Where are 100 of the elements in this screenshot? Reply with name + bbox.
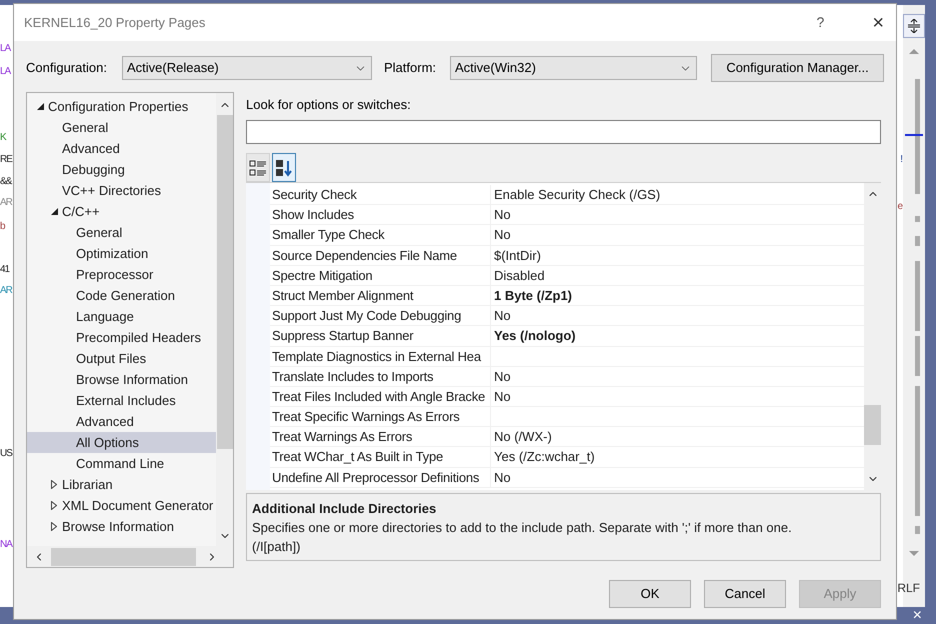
dialog-button[interactable]: OK xyxy=(609,580,691,608)
vertical-scrollbar[interactable] xyxy=(216,93,233,546)
code-fragment: LA xyxy=(0,42,10,56)
categorized-list-icon xyxy=(249,158,267,176)
split-view-button[interactable] xyxy=(903,14,925,38)
property-name: Smaller Type Check xyxy=(270,225,491,245)
code-fragment: b xyxy=(0,220,5,234)
code-fragment: AR xyxy=(0,196,12,210)
property-name: Treat Files Included with Angle Bracke xyxy=(270,386,491,406)
search-field[interactable] xyxy=(246,120,881,144)
tree-item[interactable]: Advanced xyxy=(27,138,216,159)
property-row[interactable]: Struct Member Alignment 1 Byte (/Zp1) xyxy=(270,286,864,306)
property-name: Treat Warnings As Errors xyxy=(270,427,491,446)
horizontal-scrollbar[interactable] xyxy=(27,546,233,567)
configuration-manager-button[interactable]: Configuration Manager... xyxy=(711,54,884,82)
property-name: Treat WChar_t As Built in Type xyxy=(270,447,491,467)
collapsed-triangle-icon[interactable] xyxy=(51,480,57,489)
property-row[interactable]: Template Diagnostics in External Hea xyxy=(270,346,864,367)
close-button[interactable]: × xyxy=(872,12,884,32)
code-fragment: ! xyxy=(900,153,903,167)
tree-item[interactable]: General xyxy=(27,117,216,138)
tree-item[interactable]: Command Line xyxy=(27,453,216,474)
property-row[interactable]: Undefine All Preprocessor Definitions No xyxy=(270,468,864,488)
sort-az-icon xyxy=(275,158,293,176)
property-row[interactable]: Translate Includes to Imports No xyxy=(270,366,864,387)
window-title: KERNEL16_20 Property Pages xyxy=(24,14,206,32)
property-row[interactable]: Source Dependencies File Name $(IntDir) xyxy=(270,246,864,266)
close-icon[interactable]: × xyxy=(912,607,922,624)
property-row[interactable]: Suppress Startup Banner Yes (/nologo) xyxy=(270,326,864,346)
dialog-button[interactable]: Cancel xyxy=(704,580,786,608)
tree-item[interactable]: Browse Information xyxy=(27,516,216,537)
tree-item[interactable]: Browse Information xyxy=(27,369,216,390)
tree-item[interactable]: Configuration Properties xyxy=(27,96,216,117)
tree-item[interactable]: Advanced xyxy=(27,411,216,432)
tree-item[interactable]: General xyxy=(27,222,216,243)
configuration-label: Configuration: xyxy=(26,59,108,78)
code-fragment: US xyxy=(0,447,12,461)
property-value: No xyxy=(493,468,511,487)
tree-item[interactable]: All Options xyxy=(27,432,216,453)
property-value: No xyxy=(493,206,511,224)
code-fragment: NA xyxy=(0,538,12,552)
property-name: Suppress Startup Banner xyxy=(270,326,491,346)
code-fragment: LA xyxy=(0,65,10,79)
description-text: Specifies one or more directories to add to the include path. Separate with ';' if more than one. xyxy=(252,519,793,537)
property-row[interactable]: Treat Specific Warnings As Errors xyxy=(270,407,864,428)
tree-item[interactable]: Optimization xyxy=(27,243,216,264)
property-value: Enable Security Check (/GS) xyxy=(493,186,660,204)
property-name: Spectre Mitigation xyxy=(270,266,491,285)
property-row[interactable]: Treat WChar_t As Built in Type Yes (/Zc:wchar_t) xyxy=(270,447,864,468)
property-value: No xyxy=(493,226,511,244)
categorized-view-button[interactable] xyxy=(246,153,270,182)
property-value: 1 Byte (/Zp1) xyxy=(493,286,572,305)
tree-item[interactable]: External Includes xyxy=(27,390,216,411)
property-name: Struct Member Alignment xyxy=(270,286,491,306)
property-value: No (/WX-) xyxy=(493,428,552,446)
property-row[interactable]: Show Includes No xyxy=(270,205,864,226)
tree-item[interactable]: Code Generation xyxy=(27,285,216,306)
help-button[interactable]: ? xyxy=(816,12,824,33)
expanded-triangle-icon[interactable] xyxy=(36,103,44,110)
property-name: Support Just My Code Debugging xyxy=(270,306,491,326)
property-value: Yes (/nologo) xyxy=(493,327,576,346)
property-name: Source Dependencies File Name xyxy=(270,246,491,265)
collapsed-triangle-icon[interactable] xyxy=(51,501,57,510)
tree-item[interactable]: XML Document Generator xyxy=(27,495,216,516)
search-label: Look for options or switches: xyxy=(246,96,412,114)
vertical-scrollbar[interactable] xyxy=(864,183,881,490)
tree-item[interactable]: C/C++ xyxy=(27,201,216,222)
tree-item[interactable]: Language xyxy=(27,306,216,327)
property-row[interactable]: Security Check Enable Security Check (/GS) xyxy=(270,185,864,206)
scrollbar-thumb[interactable] xyxy=(864,405,881,445)
property-value: No xyxy=(493,368,511,386)
platform-label: Platform: xyxy=(384,59,438,78)
property-value: No xyxy=(493,307,511,326)
property-name: Translate Includes to Imports xyxy=(270,366,491,386)
tree-item[interactable]: Debugging xyxy=(27,159,216,180)
switch-text: (/I[path]) xyxy=(252,538,302,556)
code-fragment: && xyxy=(0,175,12,189)
code-fragment: AR xyxy=(0,284,12,298)
code-fragment: e xyxy=(897,200,903,214)
platform-dropdown[interactable]: Active(Win32) xyxy=(450,56,697,80)
configuration-dropdown[interactable]: Active(Release) xyxy=(122,56,372,80)
property-row[interactable]: Treat Warnings As Errors No (/WX-) xyxy=(270,427,864,448)
property-row[interactable]: Smaller Type Check No xyxy=(270,225,864,246)
property-name: Show Includes xyxy=(270,205,491,224)
expanded-triangle-icon[interactable] xyxy=(50,208,58,215)
property-row[interactable]: Support Just My Code Debugging No xyxy=(270,306,864,326)
property-row[interactable]: Treat Files Included with Angle Bracke No xyxy=(270,386,864,408)
sort-alphabetical-button[interactable] xyxy=(272,153,296,182)
tree-item[interactable]: Preprocessor xyxy=(27,264,216,285)
scrollbar-thumb[interactable] xyxy=(216,115,232,449)
split-icon xyxy=(908,19,920,33)
collapsed-triangle-icon[interactable] xyxy=(51,522,57,531)
tree-item[interactable]: Precompiled Headers xyxy=(27,327,216,348)
property-value: Disabled xyxy=(493,266,545,285)
tree-item[interactable]: Output Files xyxy=(27,348,216,369)
scrollbar-thumb[interactable] xyxy=(51,548,196,566)
property-value: Yes (/Zc:wchar_t) xyxy=(493,448,595,466)
tree-item[interactable]: Librarian xyxy=(27,474,216,495)
property-row[interactable]: Spectre Mitigation Disabled xyxy=(270,266,864,286)
tree-item[interactable]: VC++ Directories xyxy=(27,180,216,201)
